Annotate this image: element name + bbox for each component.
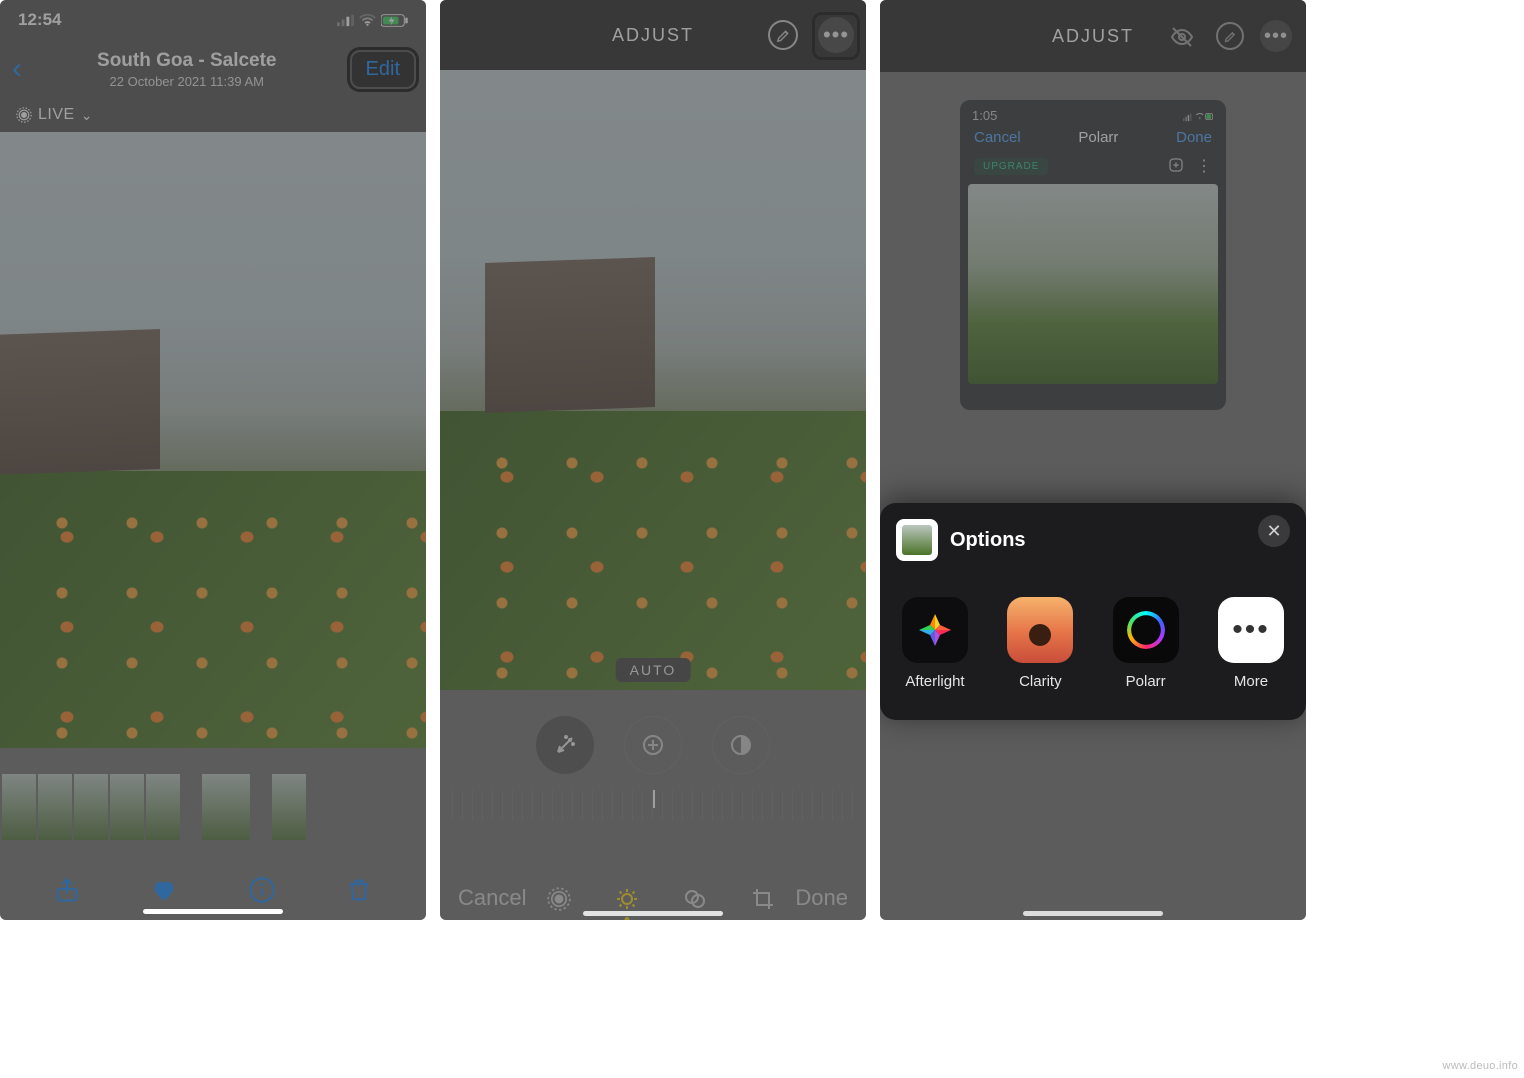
photo-toolbar [0,872,426,904]
crop-tab-icon[interactable] [751,884,775,912]
cancel-button[interactable]: Cancel [458,885,526,911]
signal-icon [337,10,354,30]
auto-chip: AUTO [616,658,691,682]
adjust-header: ADJUST ••• [880,0,1306,72]
brilliance-dial[interactable] [712,716,770,774]
home-indicator[interactable] [143,909,283,914]
home-indicator[interactable] [583,911,723,916]
photo-nav-bar: ‹ South Goa - Salcete 22 October 2021 11… [0,40,426,98]
extension-label: More [1234,673,1268,690]
thumbnail[interactable] [110,774,144,840]
exposure-dial[interactable] [624,716,682,774]
polarr-cancel[interactable]: Cancel [974,129,1021,146]
options-title: Options [950,529,1026,552]
thumbnail[interactable] [146,774,180,840]
live-tab-icon[interactable] [547,884,571,912]
photo-preview[interactable] [0,132,426,748]
polarr-add-icon[interactable] [1168,156,1184,176]
ellipsis-icon: ••• [1264,25,1288,48]
clarity-icon [1007,597,1073,663]
polarr-photo-preview [968,184,1218,384]
adjust-title: ADJUST [612,25,694,46]
photo-title-block: South Goa - Salcete 22 October 2021 11:3… [22,50,352,89]
polarr-toolbar-icons: ⋮ [1168,156,1212,176]
status-bar: 12:54 [0,0,426,40]
auto-label: AUTO [630,662,677,678]
screenshot-2-adjust: ADJUST ••• AUTO Cancel [440,0,866,920]
back-chevron-icon[interactable]: ‹ [12,52,22,86]
options-thumbnail [896,519,938,561]
status-time: 12:54 [18,10,61,30]
edit-button-label: Edit [366,58,400,80]
markup-icon[interactable] [1216,22,1244,50]
photo-location-title: South Goa - Salcete [22,50,352,72]
edit-mode-tabs [547,884,775,912]
extension-more[interactable]: ••• More [1218,597,1284,690]
extension-app-row: Afterlight Clarity Polarr ••• More [896,597,1290,690]
thumbnail[interactable] [2,774,36,840]
thumbnail[interactable] [272,774,306,840]
photo-thumbnail-strip[interactable] [0,774,426,840]
thumbnail-current[interactable] [202,774,250,840]
adjust-tab-icon[interactable] [615,884,639,912]
favorite-heart-icon[interactable] [150,872,178,904]
extension-clarity[interactable]: Clarity [1007,597,1073,690]
extension-label: Afterlight [905,673,964,690]
filters-tab-icon[interactable] [683,884,707,912]
polarr-more-icon[interactable]: ⋮ [1196,156,1212,176]
live-photo-badge[interactable]: LIVE ⌄ [0,98,426,132]
adjust-title: ADJUST [1052,26,1134,47]
status-right-icons [337,10,408,30]
photo-date-subtitle: 22 October 2021 11:39 AM [22,74,352,89]
edit-photo-preview[interactable]: AUTO [440,70,866,690]
polarr-title: Polarr [1078,129,1118,146]
polarr-status-time: 1:05 [972,108,997,123]
share-icon[interactable] [53,872,81,904]
adjust-dial-controls [440,700,866,790]
live-icon [16,106,32,124]
home-indicator[interactable] [1023,911,1163,916]
afterlight-icon [902,597,968,663]
visibility-off-icon[interactable] [1170,22,1194,50]
edit-button[interactable]: Edit [352,52,414,87]
polarr-done[interactable]: Done [1176,129,1212,146]
adjust-header: ADJUST ••• [440,0,866,70]
polarr-status-icons [1183,108,1214,123]
polarr-extension-preview: 1:05 Cancel Polarr Done UPGRADE ⋮ [960,100,1226,410]
options-sheet: Options ✕ [880,503,1306,720]
done-button[interactable]: Done [795,885,848,911]
info-icon[interactable] [248,872,276,904]
extension-afterlight[interactable]: Afterlight [902,597,968,690]
more-button[interactable]: ••• [818,17,854,53]
extension-polarr[interactable]: Polarr [1113,597,1179,690]
live-label: LIVE [38,106,75,124]
thumbnail[interactable] [74,774,108,840]
chevron-down-icon: ⌄ [81,107,93,124]
close-icon: ✕ [1266,521,1281,542]
thumbnail[interactable] [38,774,72,840]
extension-label: Clarity [1019,673,1062,690]
polarr-icon [1113,597,1179,663]
screenshot-1-photo-viewer: 12:54 ‹ South Goa - Salcete 22 October 2… [0,0,426,920]
wifi-icon [359,10,376,30]
adjust-slider[interactable] [452,790,854,820]
ellipsis-icon: ••• [823,22,849,48]
close-button[interactable]: ✕ [1258,515,1290,547]
battery-icon [381,10,408,30]
more-icon: ••• [1218,597,1284,663]
watermark: www.deuo.info [1443,1060,1518,1072]
edit-bottom-bar: Cancel Done [440,884,866,912]
upgrade-badge[interactable]: UPGRADE [974,158,1048,175]
extension-label: Polarr [1126,673,1166,690]
auto-enhance-dial[interactable] [536,716,594,774]
screenshot-3-options-sheet: ADJUST ••• 1:05 Cancel Polarr Done UPGRA… [880,0,1306,920]
more-button[interactable]: ••• [1260,20,1292,52]
trash-icon[interactable] [345,872,373,904]
markup-icon[interactable] [768,20,798,50]
